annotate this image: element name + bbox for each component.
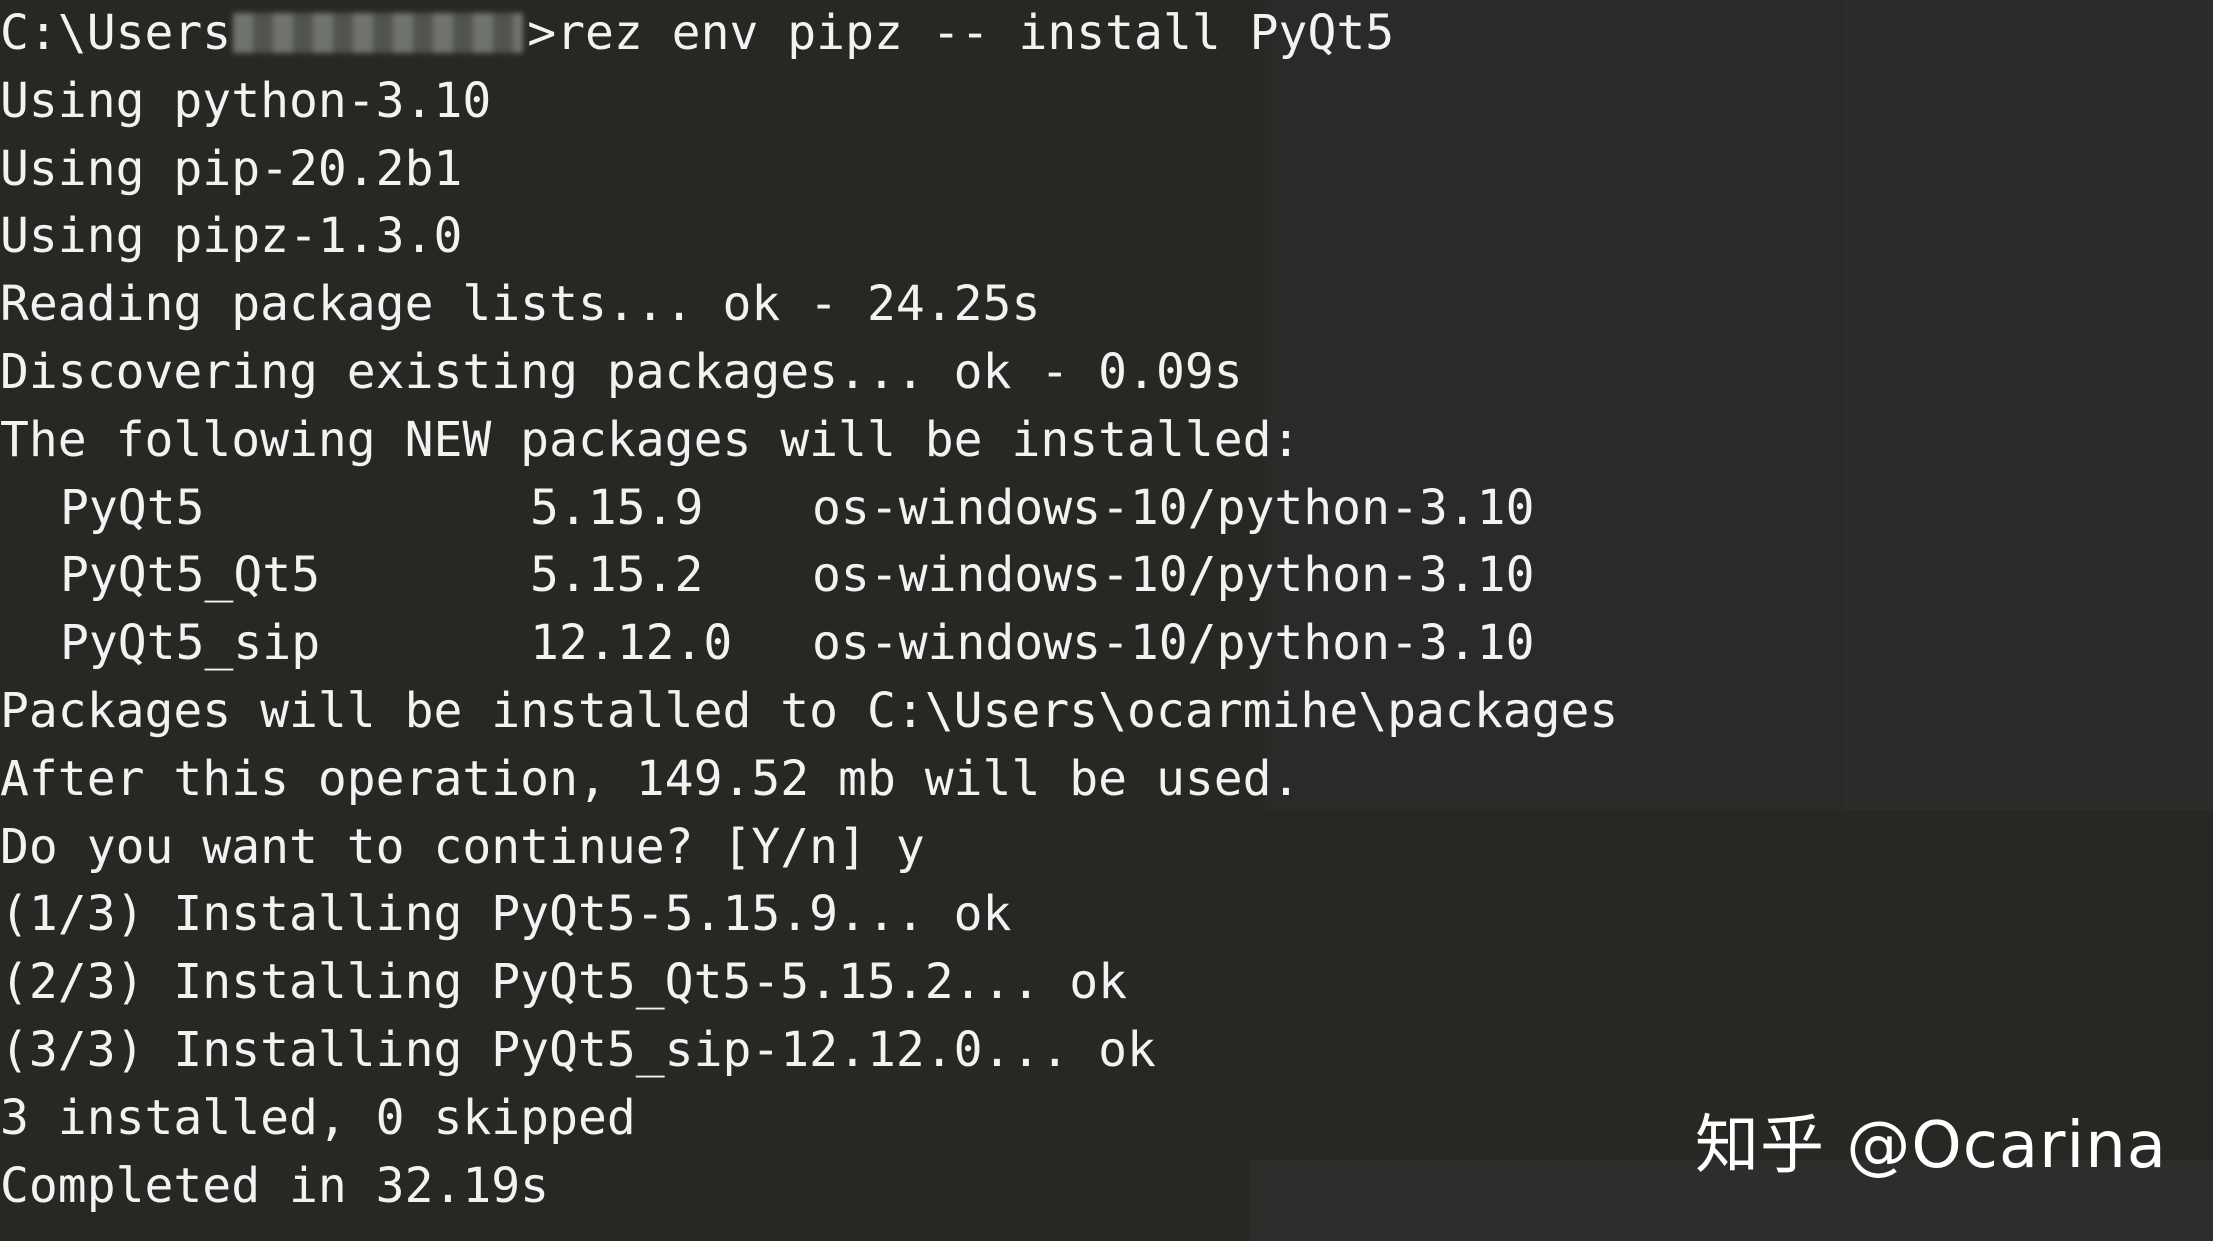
- output-line: Using pipz-1.3.0: [0, 208, 463, 265]
- prompt-command: >rez env pipz -- install PyQt5: [527, 5, 1395, 61]
- package-name: PyQt5_sip: [60, 615, 321, 672]
- output-line: (1/3) Installing PyQt5-5.15.9... ok: [0, 886, 1012, 943]
- package-row: PyQt5 5.15.9 os-windows-10/python-3.10: [0, 475, 2213, 543]
- output-line: After this operation, 149.52 mb will be …: [0, 750, 1301, 807]
- package-variant: os-windows-10/python-3.10: [812, 547, 1535, 604]
- output-line: Using pip-20.2b1: [0, 140, 463, 197]
- redacted-username: [233, 13, 524, 53]
- package-version: 5.15.9: [530, 479, 704, 536]
- package-name: PyQt5_Qt5: [60, 547, 321, 604]
- output-line: Discovering existing packages... ok - 0.…: [0, 343, 1243, 400]
- output-line: (2/3) Installing PyQt5_Qt5-5.15.2... ok: [0, 954, 1128, 1011]
- package-version: 5.15.2: [530, 547, 704, 604]
- output-line: Packages will be installed to C:\Users\o…: [0, 682, 1619, 739]
- package-name: PyQt5: [60, 479, 205, 536]
- package-row: PyQt5_Qt5 5.15.2 os-windows-10/python-3.10: [0, 542, 2213, 610]
- output-line: Do you want to continue? [Y/n] y: [0, 818, 925, 875]
- prompt-line: C:\Users >rez env pipz -- install PyQt5: [0, 0, 2213, 68]
- terminal-output: C:\Users >rez env pipz -- install PyQt5 U…: [0, 0, 2213, 1220]
- package-row: PyQt5_sip 12.12.0 os-windows-10/python-3.1…: [0, 610, 2213, 678]
- terminal-screenshot: { "terminal": { "prompt_prefix": "C:\\Us…: [0, 0, 2213, 1241]
- output-line: Reading package lists... ok - 24.25s: [0, 276, 1041, 333]
- output-line: Using python-3.10: [0, 72, 492, 129]
- output-line: (3/3) Installing PyQt5_sip-12.12.0... ok: [0, 1021, 1156, 1078]
- package-variant: os-windows-10/python-3.10: [812, 479, 1535, 536]
- prompt-path: C:\Users: [0, 5, 232, 61]
- package-version: 12.12.0: [530, 615, 733, 672]
- output-line: The following NEW packages will be insta…: [0, 411, 1301, 468]
- package-variant: os-windows-10/python-3.10: [812, 615, 1535, 672]
- zhihu-watermark: 知乎 @Ocarina: [1695, 1109, 2167, 1183]
